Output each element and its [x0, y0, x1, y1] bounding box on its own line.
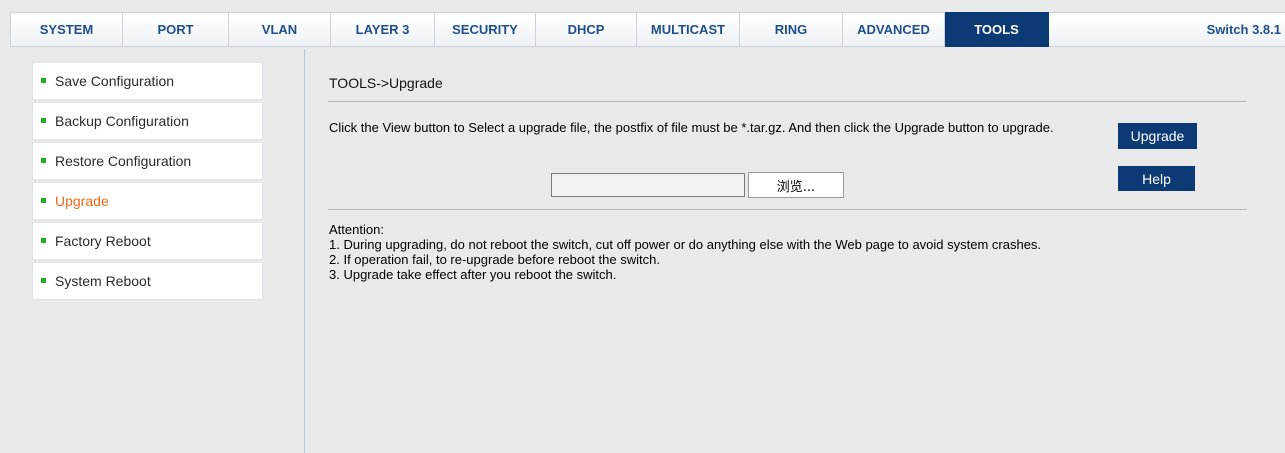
help-button[interactable]: Help	[1118, 166, 1195, 191]
attention-line: 1. During upgrading, do not reboot the s…	[329, 237, 1042, 252]
attention-title: Attention:	[329, 222, 384, 237]
upgrade-instruction-text: Click the View button to Select a upgrad…	[329, 120, 1054, 135]
sidebar-item-factory-reboot[interactable]: Factory Reboot	[32, 222, 263, 260]
tab-vlan[interactable]: VLAN	[229, 12, 331, 47]
sidebar-item-save-configuration[interactable]: Save Configuration	[32, 62, 263, 100]
bullet-icon	[41, 77, 46, 83]
tab-tools[interactable]: TOOLS	[945, 12, 1049, 47]
sidebar-item-system-reboot[interactable]: System Reboot	[32, 262, 263, 300]
divider-bottom	[328, 209, 1247, 210]
breadcrumb: TOOLS->Upgrade	[329, 75, 443, 91]
attention-notes: Attention: 1. During upgrading, do not r…	[329, 222, 1269, 282]
tab-port[interactable]: PORT	[123, 12, 229, 47]
bullet-icon	[41, 237, 46, 243]
attention-line: 3. Upgrade take effect after you reboot …	[329, 267, 617, 282]
tab-dhcp[interactable]: DHCP	[536, 12, 637, 47]
bullet-icon	[41, 197, 46, 203]
tab-multicast[interactable]: MULTICAST	[637, 12, 740, 47]
tab-layer3[interactable]: LAYER 3	[331, 12, 435, 47]
attention-line: 2. If operation fail, to re-upgrade befo…	[329, 252, 660, 267]
version-label: Switch 3.8.1	[1206, 22, 1281, 37]
sidebar-item-upgrade[interactable]: Upgrade	[32, 182, 263, 220]
bullet-icon	[41, 277, 46, 283]
tab-system[interactable]: SYSTEM	[10, 12, 123, 47]
sidebar-item-label: Factory Reboot	[55, 233, 151, 249]
divider-top	[328, 101, 1247, 102]
sidebar-divider	[304, 49, 305, 453]
bullet-icon	[41, 157, 46, 163]
sidebar-item-restore-configuration[interactable]: Restore Configuration	[32, 142, 263, 180]
sidebar-item-label: Upgrade	[55, 193, 109, 209]
upgrade-button[interactable]: Upgrade	[1118, 123, 1197, 149]
tab-ring[interactable]: RING	[740, 12, 843, 47]
top-nav-bar: SYSTEM PORT VLAN LAYER 3 SECURITY DHCP M…	[0, 0, 1285, 49]
sidebar-item-label: Restore Configuration	[55, 153, 192, 169]
file-path-input[interactable]	[551, 173, 745, 197]
tab-advanced[interactable]: ADVANCED	[843, 12, 945, 47]
tab-security[interactable]: SECURITY	[435, 12, 536, 47]
browse-button[interactable]: 浏览...	[748, 172, 844, 198]
sidebar-item-label: Save Configuration	[55, 73, 175, 89]
sidebar-item-label: Backup Configuration	[55, 113, 189, 129]
sidebar-item-label: System Reboot	[55, 273, 151, 289]
sidebar: Save Configuration Backup Configuration …	[32, 62, 263, 302]
bullet-icon	[41, 117, 46, 123]
sidebar-item-backup-configuration[interactable]: Backup Configuration	[32, 102, 263, 140]
